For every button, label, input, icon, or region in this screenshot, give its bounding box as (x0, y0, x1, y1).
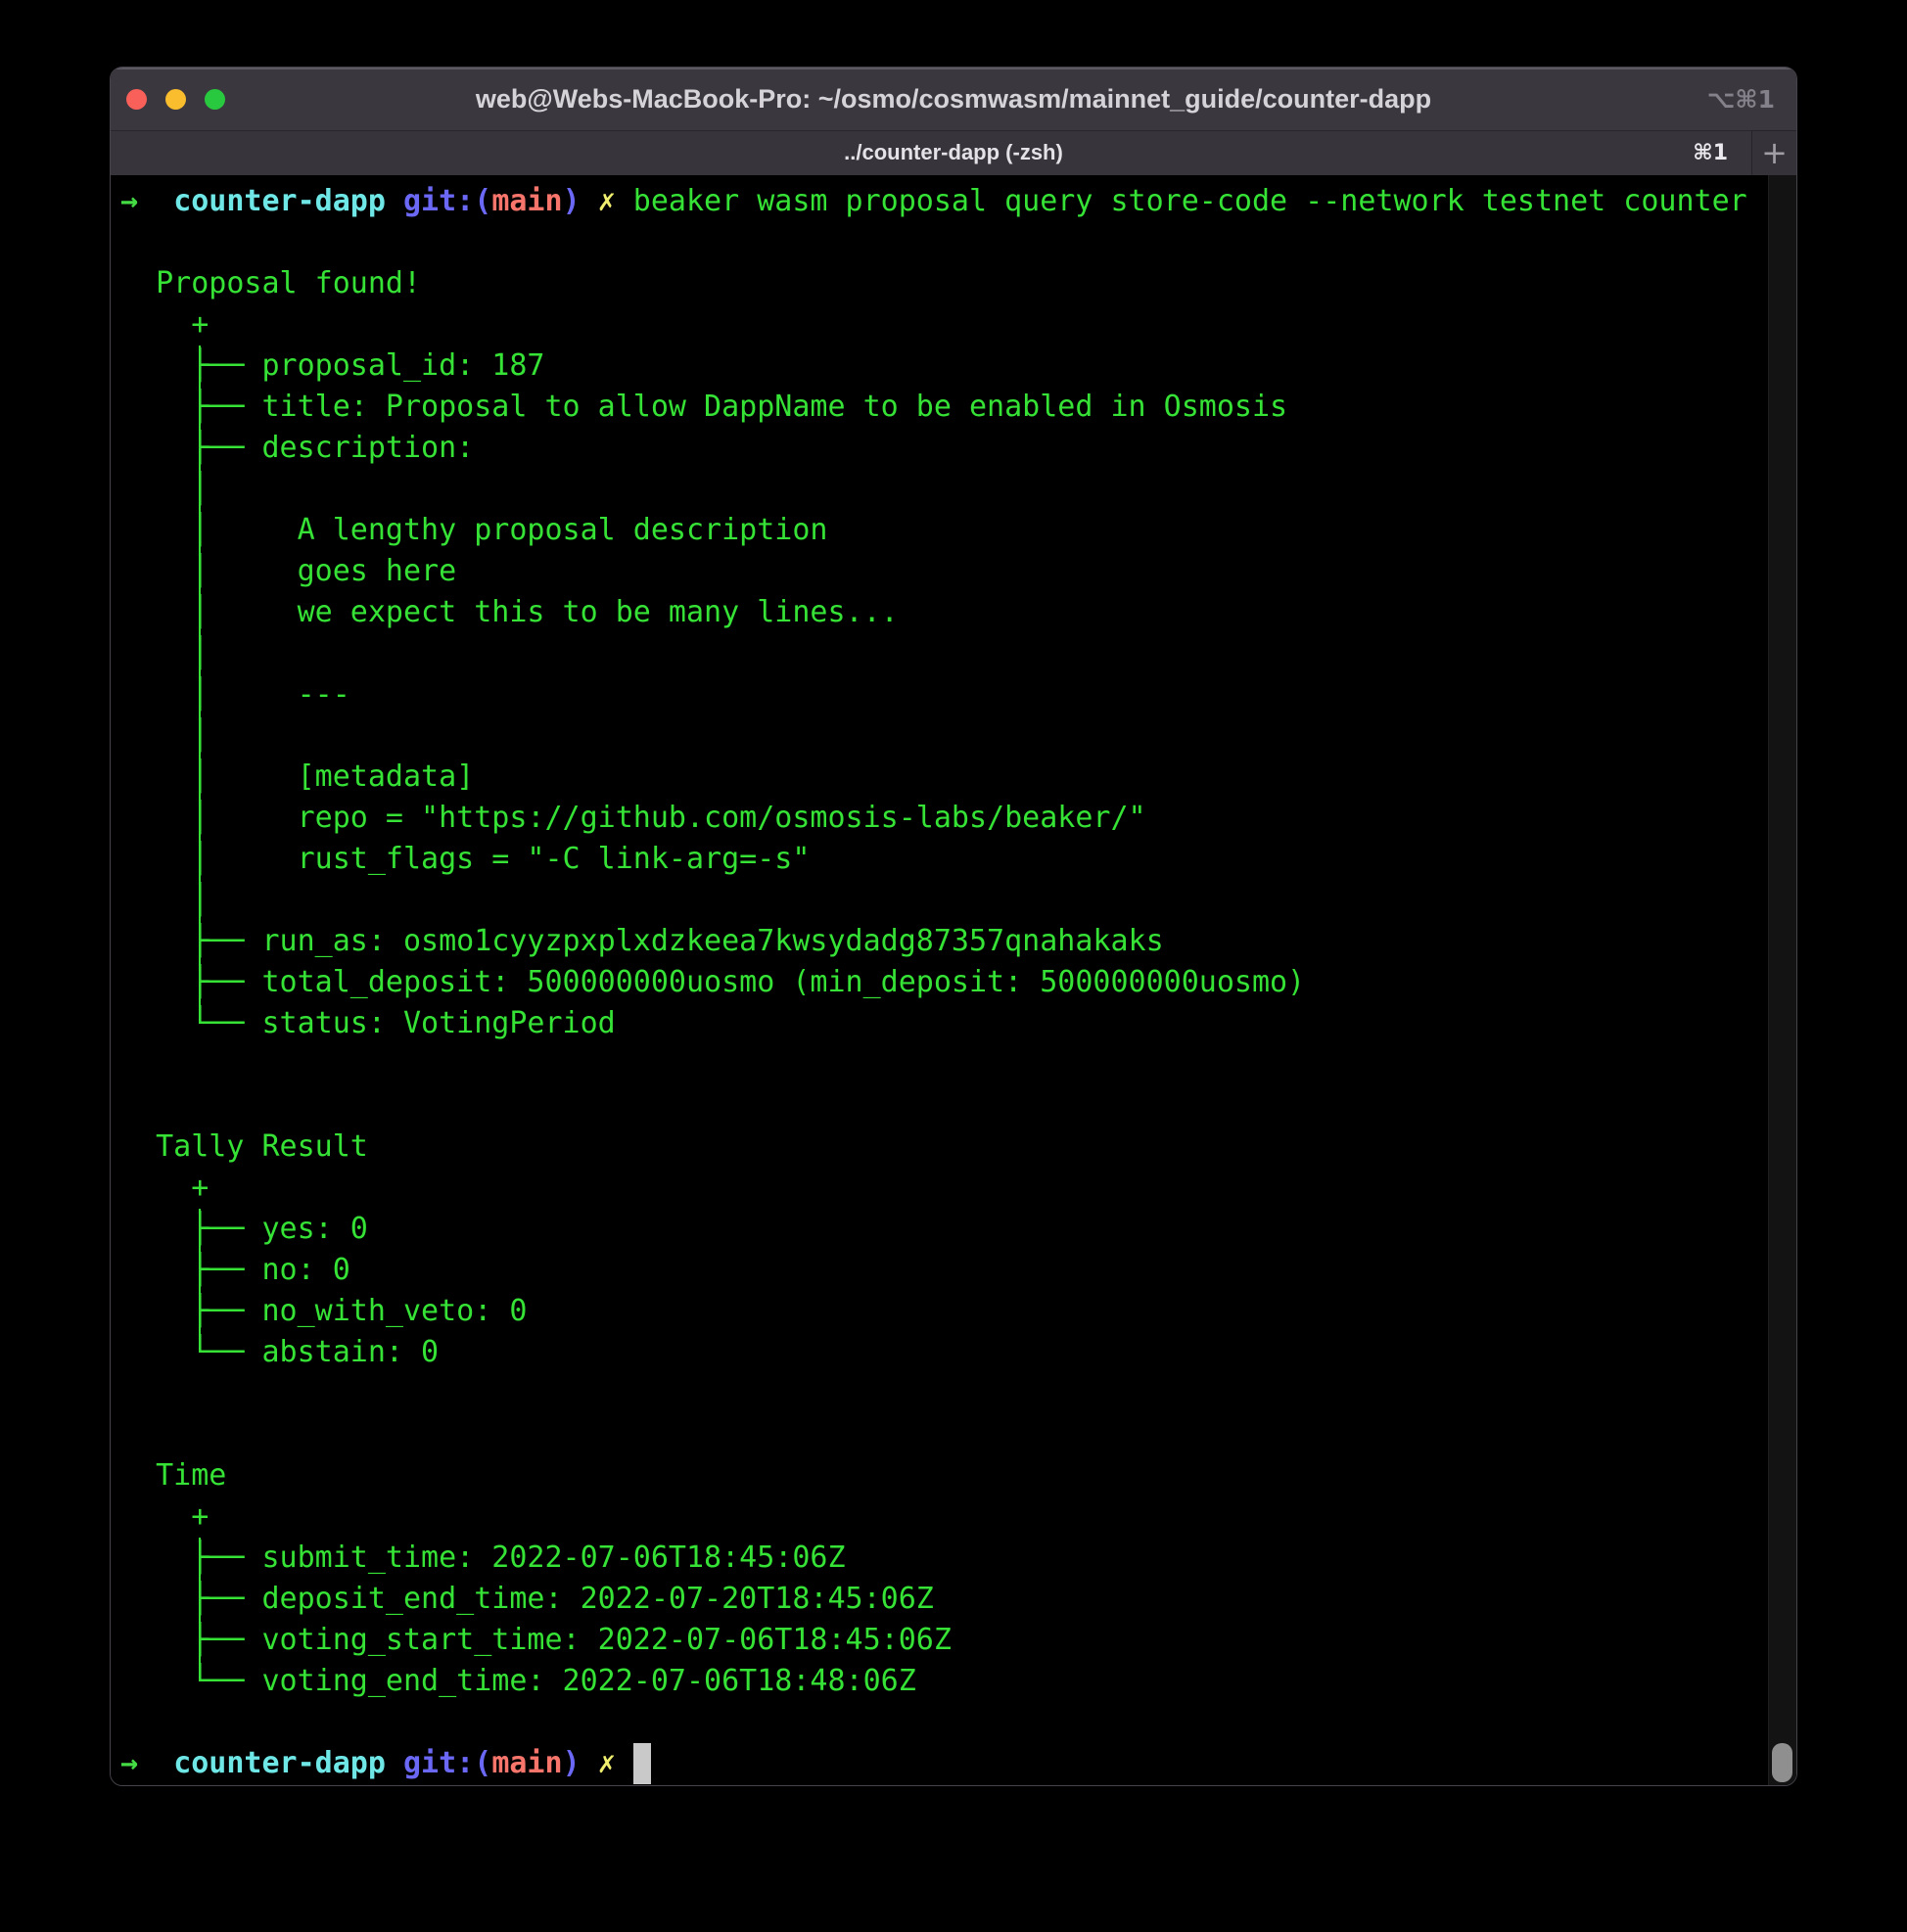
terminal-line: Tally Result (120, 1127, 1767, 1168)
zoom-button[interactable] (205, 89, 225, 110)
titlebar[interactable]: web@Webs-MacBook-Pro: ~/osmo/cosmwasm/ma… (111, 68, 1796, 130)
tab-shortcut: ⌘1 (1693, 130, 1728, 175)
terminal-line: ├── title: Proposal to allow DappName to… (120, 387, 1767, 428)
terminal-line: │ (120, 633, 1767, 674)
terminal-window: web@Webs-MacBook-Pro: ~/osmo/cosmwasm/ma… (110, 67, 1797, 1786)
terminal-lines: → counter-dapp git:(main) ✗ beaker wasm … (120, 181, 1767, 1784)
plus-icon: + (1761, 134, 1788, 171)
tab-bar: ../counter-dapp (-zsh) ⌘1 + (111, 130, 1796, 175)
terminal-line: ├── submit_time: 2022-07-06T18:45:06Z (120, 1538, 1767, 1579)
terminal-line: Proposal found! (120, 263, 1767, 304)
terminal-line (120, 1414, 1767, 1455)
terminal-line (120, 1373, 1767, 1414)
terminal-line: Time (120, 1455, 1767, 1496)
terminal-line: └── abstain: 0 (120, 1332, 1767, 1373)
titlebar-shortcut: ⌥⌘1 (1707, 68, 1775, 130)
terminal-line (120, 1044, 1767, 1085)
terminal-line: │ (120, 880, 1767, 921)
terminal-line: │ A lengthy proposal description (120, 510, 1767, 551)
terminal-line: │ (120, 469, 1767, 510)
desktop-background: web@Webs-MacBook-Pro: ~/osmo/cosmwasm/ma… (0, 0, 1907, 1932)
tree-connector-line (199, 1209, 201, 1353)
tree-connector-line (199, 345, 201, 1024)
terminal-line: ├── total_deposit: 500000000uosmo (min_d… (120, 962, 1767, 1003)
terminal-line: ├── yes: 0 (120, 1209, 1767, 1250)
tree-connector-line (199, 1538, 201, 1681)
terminal-line: │ goes here (120, 551, 1767, 592)
terminal-line: │ rust_flags = "-C link-arg=-s" (120, 839, 1767, 880)
terminal-line: └── voting_end_time: 2022-07-06T18:48:06… (120, 1661, 1767, 1702)
scrollbar[interactable] (1768, 175, 1796, 1785)
scrollbar-thumb[interactable] (1772, 1743, 1792, 1782)
terminal-line: ├── no: 0 (120, 1250, 1767, 1291)
terminal-line: ├── deposit_end_time: 2022-07-20T18:45:0… (120, 1579, 1767, 1620)
tab-title[interactable]: ../counter-dapp (-zsh) (228, 130, 1679, 175)
terminal-cursor (633, 1743, 651, 1784)
terminal-line: + (120, 1496, 1767, 1538)
close-button[interactable] (126, 89, 147, 110)
new-tab-button[interactable]: + (1751, 130, 1796, 175)
traffic-lights (126, 68, 225, 130)
terminal-line: ├── run_as: osmo1cyyzpxplxdzkeea7kwsydad… (120, 921, 1767, 962)
window-title: web@Webs-MacBook-Pro: ~/osmo/cosmwasm/ma… (306, 68, 1601, 130)
terminal-line: ├── proposal_id: 187 (120, 345, 1767, 387)
terminal-line: │ --- (120, 674, 1767, 715)
terminal-line: │ [metadata] (120, 757, 1767, 798)
terminal-line: ├── description: (120, 428, 1767, 469)
terminal-line: └── status: VotingPeriod (120, 1003, 1767, 1044)
terminal-screen[interactable]: → counter-dapp git:(main) ✗ beaker wasm … (111, 175, 1796, 1785)
terminal-line: → counter-dapp git:(main) ✗ (120, 1743, 1767, 1784)
terminal-line: │ (120, 715, 1767, 757)
terminal-line (120, 222, 1767, 263)
terminal-line: ├── no_with_veto: 0 (120, 1291, 1767, 1332)
terminal-line: │ we expect this to be many lines... (120, 592, 1767, 633)
terminal-line: ├── voting_start_time: 2022-07-06T18:45:… (120, 1620, 1767, 1661)
minimize-button[interactable] (165, 89, 186, 110)
terminal-line: → counter-dapp git:(main) ✗ beaker wasm … (120, 181, 1767, 222)
terminal-line: │ repo = "https://github.com/osmosis-lab… (120, 798, 1767, 839)
terminal-line: + (120, 1168, 1767, 1209)
terminal-line: + (120, 304, 1767, 345)
terminal-line (120, 1085, 1767, 1127)
terminal-line (120, 1702, 1767, 1743)
